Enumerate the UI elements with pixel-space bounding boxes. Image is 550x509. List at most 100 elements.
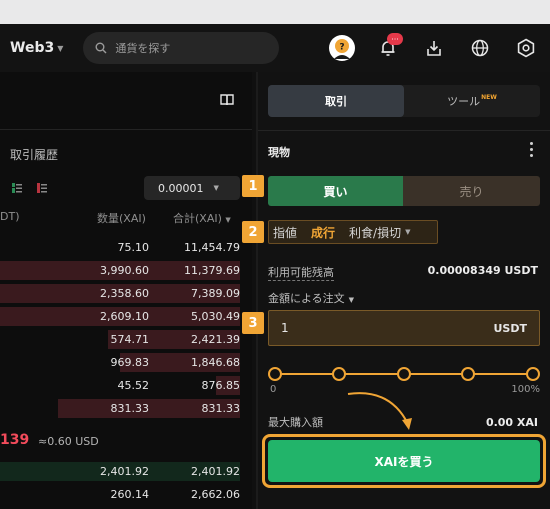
amount-mode-label: 金額による注文 — [268, 292, 345, 305]
settings-icon — [517, 38, 535, 58]
mid-price: 139 — [0, 432, 30, 448]
orderbook-row[interactable]: 831.33 831.33 — [0, 397, 252, 420]
order-type-tpsl[interactable]: 利食/損切 — [349, 224, 401, 241]
slider-min-label: 0 — [270, 384, 277, 395]
row-qty: 2,358.60 — [100, 287, 149, 300]
chevron-down-icon: ▼ — [57, 43, 64, 53]
step-marker-3: 3 — [242, 312, 264, 334]
orderbook-row[interactable]: 3,990.60 11,379.69 — [0, 259, 252, 282]
available-balance-label: 利用可能残高 — [268, 266, 334, 281]
orderbook-row[interactable]: 969.83 1,846.68 — [0, 351, 252, 374]
row-qty: 45.52 — [117, 379, 150, 392]
more-options-icon[interactable] — [530, 142, 534, 160]
row-qty: 574.71 — [110, 333, 150, 346]
search-placeholder: 通貨を探す — [115, 42, 171, 55]
buy-sell-toggle: 買い 売り — [268, 176, 540, 206]
step-marker-2: 2 — [242, 221, 264, 243]
top-navigation-bar: Web3 ▼ 通貨を探す ? ··· — [0, 24, 550, 72]
row-total: 11,454.79 — [184, 241, 240, 254]
main-area: 取引履歴 0.00001 ▼ DT) 数量(XAI) 合計(XAI) ▼ 75.… — [0, 72, 550, 509]
globe-icon — [471, 39, 489, 57]
amount-input[interactable]: 1 USDT — [268, 310, 540, 346]
row-total: 2,401.92 — [191, 465, 240, 478]
precision-value: 0.00001 — [158, 181, 204, 195]
sell-tab[interactable]: 売り — [403, 176, 540, 206]
slider-node[interactable] — [397, 367, 411, 381]
column-header-total-label: 合計(XAI) — [173, 212, 222, 225]
tab-trade[interactable]: 取引 — [268, 85, 404, 117]
orderbook-row[interactable]: 75.10 11,454.79 — [0, 236, 252, 259]
trade-history-title[interactable]: 取引履歴 — [10, 146, 58, 163]
slider-node[interactable] — [268, 367, 282, 381]
chevron-down-icon: ▼ — [213, 184, 219, 192]
mid-price-row: 139 ≈0.60 USD — [0, 428, 252, 456]
orderbook-filter-row: 0.00001 ▼ — [0, 176, 252, 200]
row-total: 11,379.69 — [184, 264, 240, 277]
settings-button[interactable] — [510, 32, 542, 64]
row-qty: 831.33 — [110, 402, 150, 415]
orderbook-row[interactable]: 2,609.10 5,030.49 — [0, 305, 252, 328]
orderbook-both-icon[interactable] — [12, 183, 22, 193]
avatar[interactable]: ? — [326, 32, 358, 64]
buy-xai-button[interactable]: XAIを買う — [268, 440, 540, 482]
column-header-total[interactable]: 合計(XAI) ▼ — [173, 210, 231, 226]
row-total: 876.85 — [201, 379, 241, 392]
divider — [258, 130, 550, 131]
row-total: 2,421.39 — [191, 333, 240, 346]
svg-text:?: ? — [339, 43, 344, 53]
search-box[interactable]: 通貨を探す — [83, 32, 280, 64]
max-buy-label: 最大購入額 — [268, 416, 323, 429]
web3-menu[interactable]: Web3 ▼ — [10, 40, 63, 56]
tab-tools[interactable]: ツール NEW — [404, 85, 540, 117]
order-type-selector: 指値 成行 利食/損切 ▼ — [268, 220, 438, 244]
trade-tabs: 取引 ツール NEW — [268, 85, 540, 117]
orderbook-row[interactable]: 45.52 876.85 — [0, 374, 252, 397]
book-icon[interactable] — [220, 94, 234, 106]
bid-rows: 2,401.92 2,401.92 260.14 2,662.06 — [0, 460, 252, 506]
row-total: 5,030.49 — [191, 310, 240, 323]
orderbook-panel: 取引履歴 0.00001 ▼ DT) 数量(XAI) 合計(XAI) ▼ 75.… — [0, 72, 252, 509]
orderbook-row[interactable]: 2,358.60 7,389.09 — [0, 282, 252, 305]
row-qty: 75.10 — [117, 241, 150, 254]
slider-node[interactable] — [461, 367, 475, 381]
search-icon — [95, 42, 107, 54]
row-qty: 3,990.60 — [100, 264, 149, 277]
orderbook-row[interactable]: 2,401.92 2,401.92 — [0, 460, 252, 483]
amount-mode-select[interactable]: 金額による注文 ▼ — [268, 290, 354, 306]
row-total: 2,662.06 — [191, 488, 240, 501]
orderbook-asks-icon[interactable] — [37, 183, 47, 193]
row-qty: 2,609.10 — [100, 310, 149, 323]
chevron-down-icon: ▼ — [348, 296, 355, 304]
orderbook-row[interactable]: 574.71 2,421.39 — [0, 328, 252, 351]
order-type-limit[interactable]: 指値 — [273, 224, 297, 241]
download-button[interactable] — [418, 32, 450, 64]
row-total: 831.33 — [201, 402, 241, 415]
tab-tools-label: ツール — [447, 95, 481, 108]
row-total: 1,846.68 — [191, 356, 240, 369]
notification-button[interactable]: ··· — [372, 32, 404, 64]
buy-tab[interactable]: 買い — [268, 176, 403, 206]
pointer-arrow-icon — [347, 392, 412, 430]
new-badge: NEW — [481, 93, 497, 101]
row-total: 7,389.09 — [191, 287, 240, 300]
mid-price-usd: ≈0.60 USD — [38, 435, 99, 448]
web3-label: Web3 — [10, 40, 55, 56]
language-button[interactable] — [464, 32, 496, 64]
chevron-down-icon[interactable]: ▼ — [405, 228, 410, 236]
amount-unit: USDT — [493, 321, 528, 335]
precision-select[interactable]: 0.00001 ▼ — [144, 176, 240, 200]
spot-title: 現物 — [268, 146, 290, 159]
buy-button-highlight: XAIを買う — [262, 434, 546, 488]
max-buy-value: 0.00 XAI — [485, 416, 538, 429]
notification-badge: ··· — [387, 33, 403, 45]
available-balance-value: 0.00008349 USDT — [427, 264, 538, 277]
download-icon — [427, 41, 441, 56]
slider-node[interactable] — [332, 367, 346, 381]
orderbook-header — [0, 72, 252, 130]
slider-max-label: 100% — [511, 384, 540, 395]
order-type-market[interactable]: 成行 — [311, 224, 335, 241]
orderbook-row[interactable]: 260.14 2,662.06 — [0, 483, 252, 506]
slider-node[interactable] — [526, 367, 540, 381]
column-header-qty: 数量(XAI) — [97, 212, 146, 225]
chevron-down-icon: ▼ — [225, 216, 231, 224]
